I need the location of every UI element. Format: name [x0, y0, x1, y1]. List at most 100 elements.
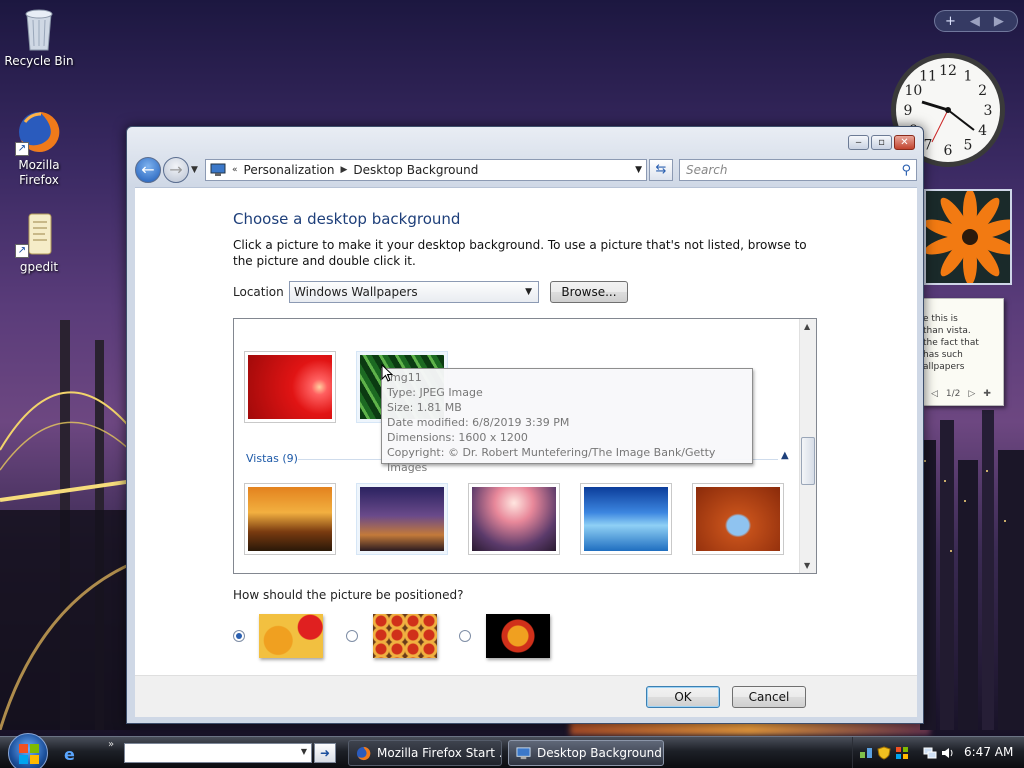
- notes-next-icon[interactable]: ▷: [968, 389, 975, 399]
- navigation-bar: ← → ▼ « Personalization ▶ Desktop Backgr…: [135, 157, 917, 183]
- cancel-button[interactable]: Cancel: [732, 686, 806, 708]
- overflow-chevron-icon[interactable]: «: [232, 165, 238, 175]
- tooltip-copyright: Copyright: © Dr. Robert Muntefering/The …: [387, 446, 716, 474]
- search-icon[interactable]: ⚲: [901, 161, 911, 181]
- go-arrow-icon: ➜: [319, 746, 331, 760]
- bridge-night-thumbnail: [360, 487, 444, 551]
- desktop-icon-firefox[interactable]: ↗ Mozilla Firefox: [1, 108, 77, 188]
- position-fit-radio[interactable]: [233, 630, 245, 642]
- back-arrow-icon: ←: [141, 160, 155, 179]
- firefox-icon: ↗: [15, 108, 63, 156]
- wallpaper-thumbnail[interactable]: [692, 483, 784, 555]
- refresh-button[interactable]: ⇆: [649, 159, 673, 181]
- tooltip-type: Type: JPEG Image: [387, 386, 483, 399]
- address-dropdown-icon[interactable]: ▼: [635, 165, 642, 175]
- taskbar: e » ▼ ➜ Mozilla Firefox Start ... Deskto…: [0, 733, 1024, 768]
- start-button[interactable]: [8, 733, 48, 768]
- network-icon[interactable]: [923, 746, 937, 760]
- security-shield-icon[interactable]: [877, 746, 891, 760]
- chevron-down-icon[interactable]: ▼: [301, 747, 307, 756]
- desktop-icon-gpedit[interactable]: ↗ gpedit: [1, 210, 77, 274]
- clock-numeral: 12: [939, 63, 957, 79]
- browse-button[interactable]: Browse...: [550, 281, 628, 303]
- ok-button[interactable]: OK: [646, 686, 720, 708]
- taskbar-address-input[interactable]: ▼: [124, 743, 312, 763]
- minimize-button[interactable]: ‒: [848, 135, 869, 150]
- forward-button[interactable]: →: [163, 157, 189, 183]
- taskbar-clock[interactable]: 6:47 AM: [964, 745, 1013, 759]
- main-content: Choose a desktop background Click a pict…: [135, 187, 917, 675]
- window-controls: ‒ ▫ ✕: [848, 135, 915, 150]
- clock-numeral: 7: [924, 138, 933, 154]
- position-center-radio[interactable]: [459, 630, 471, 642]
- taskbar-button-firefox[interactable]: Mozilla Firefox Start ...: [348, 740, 502, 766]
- previous-page-icon[interactable]: ◀: [970, 14, 980, 29]
- wallpaper-thumbnail-selected[interactable]: [356, 483, 448, 555]
- clock-numeral: 9: [904, 103, 913, 119]
- desktop-icon-recycle-bin[interactable]: Recycle Bin: [1, 4, 77, 68]
- scrollbar-thumb[interactable]: [801, 437, 815, 485]
- taskbar-button-desktop-background[interactable]: Desktop Background: [508, 740, 664, 766]
- red-flower-thumbnail: [248, 355, 332, 419]
- position-fit-preview[interactable]: [259, 614, 323, 658]
- wallpaper-thumbnail[interactable]: [580, 483, 672, 555]
- next-page-icon[interactable]: ▶: [994, 14, 1004, 29]
- position-center-preview[interactable]: [486, 614, 550, 658]
- volume-icon[interactable]: [941, 746, 955, 760]
- desktop-icon-label: gpedit: [19, 260, 59, 274]
- tooltip-modified: Date modified: 6/8/2019 3:39 PM: [387, 416, 570, 429]
- group-header-vistas[interactable]: Vistas (9): [246, 452, 298, 465]
- note-line: allpapers: [923, 362, 965, 372]
- clock-numeral: 4: [978, 123, 987, 139]
- network-sharing-icon[interactable]: [859, 746, 873, 760]
- internet-explorer-icon[interactable]: e: [64, 745, 75, 764]
- clock-numeral: 1: [964, 68, 973, 84]
- clock-numeral: 11: [919, 68, 937, 84]
- breadcrumb-separator-icon[interactable]: ▶: [341, 165, 348, 175]
- scroll-document-icon: ↗: [15, 210, 63, 258]
- notes-gadget[interactable]: e this is than vista. the fact that has …: [922, 298, 1004, 406]
- slideshow-gadget[interactable]: [924, 189, 1012, 285]
- scroll-down-icon[interactable]: ▼: [804, 561, 810, 570]
- red-arch-thumbnail: [696, 487, 780, 551]
- position-tile-preview[interactable]: [373, 614, 437, 658]
- note-line: the fact that: [923, 338, 979, 348]
- windows-logo-icon: [19, 744, 39, 764]
- add-gadget-icon[interactable]: +: [945, 14, 956, 29]
- quick-launch-more-icon[interactable]: »: [108, 739, 114, 750]
- maximize-button[interactable]: ▫: [871, 135, 892, 150]
- clock-numeral: 6: [944, 143, 953, 159]
- clock-numeral: 3: [984, 103, 993, 119]
- scroll-up-icon[interactable]: ▲: [804, 322, 810, 331]
- firefox-icon: [356, 746, 371, 761]
- forward-arrow-icon: →: [169, 160, 183, 179]
- notes-add-icon[interactable]: ✚: [983, 389, 991, 399]
- gallery-scrollbar[interactable]: ▲ ▼: [799, 319, 816, 573]
- notes-page-indicator: 1/2: [945, 389, 961, 399]
- breadcrumb-personalization[interactable]: Personalization: [244, 163, 335, 177]
- wallpaper-thumbnail[interactable]: [244, 483, 336, 555]
- mouse-pointer-icon: [381, 364, 393, 382]
- wallpaper-thumbnail[interactable]: [244, 351, 336, 423]
- flower-photo: [926, 191, 1010, 283]
- position-tile-radio[interactable]: [346, 630, 358, 642]
- shortcut-arrow-icon: ↗: [15, 142, 29, 156]
- windows-flag-icon[interactable]: [895, 746, 909, 760]
- note-line: e this is: [923, 314, 958, 324]
- address-bar[interactable]: « Personalization ▶ Desktop Background ▼: [205, 159, 647, 181]
- breadcrumb-desktop-background[interactable]: Desktop Background: [353, 163, 478, 177]
- tooltip-name: img11: [387, 371, 422, 384]
- close-button[interactable]: ✕: [894, 135, 915, 150]
- wallpaper-thumbnail[interactable]: [468, 483, 560, 555]
- wallpaper-bridge: [0, 320, 140, 730]
- taskbar-go-button[interactable]: ➜: [314, 743, 336, 763]
- collapse-group-icon[interactable]: ▲: [781, 450, 789, 461]
- position-question: How should the picture be positioned?: [233, 588, 464, 602]
- clock-numeral: 5: [964, 138, 973, 154]
- control-panel-icon: [516, 747, 531, 760]
- location-dropdown[interactable]: Windows Wallpapers ▼: [289, 281, 539, 303]
- history-dropdown-icon[interactable]: ▼: [191, 165, 198, 175]
- back-button[interactable]: ←: [135, 157, 161, 183]
- notes-prev-icon[interactable]: ◁: [931, 389, 938, 399]
- search-input[interactable]: Search ⚲: [679, 159, 917, 181]
